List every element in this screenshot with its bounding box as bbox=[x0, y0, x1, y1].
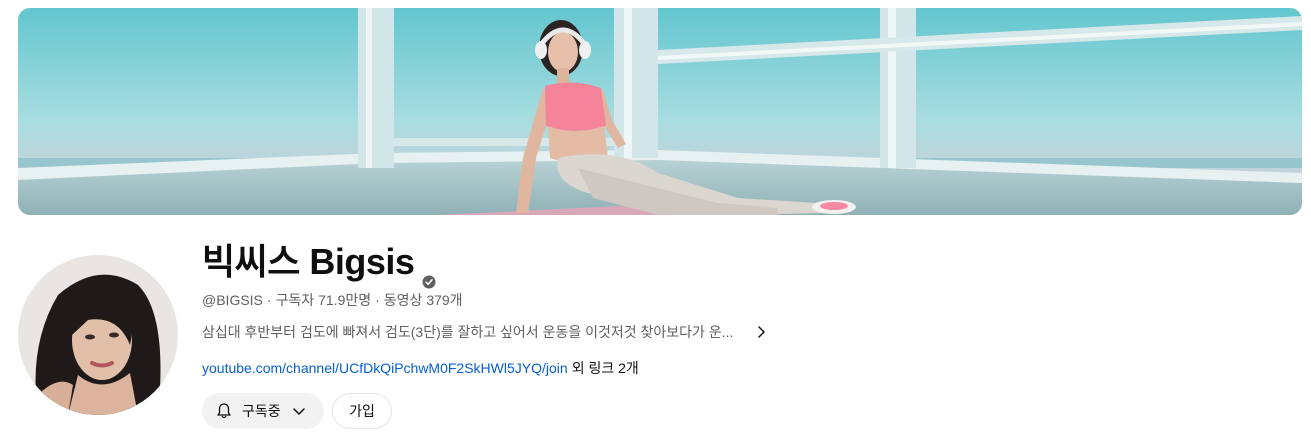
verified-check-icon bbox=[422, 255, 436, 289]
chevron-down-icon bbox=[289, 401, 309, 421]
channel-meta: @BIGSIS · 구독자 71.9만명 · 동영상 379개 bbox=[202, 290, 463, 310]
video-count: 동영상 379개 bbox=[383, 292, 463, 308]
meta-separator: · bbox=[375, 292, 380, 308]
channel-description[interactable]: 삼십대 후반부터 검도에 빠져서 검도(3단)를 잘하고 싶어서 운동을 이것저… bbox=[202, 322, 771, 342]
meta-separator: · bbox=[266, 292, 272, 308]
channel-handle: @BIGSIS bbox=[202, 292, 263, 308]
subscribed-button[interactable]: 구독중 bbox=[202, 393, 324, 429]
banner-image bbox=[18, 8, 1302, 215]
channel-avatar[interactable] bbox=[18, 255, 178, 415]
bell-icon bbox=[214, 401, 234, 421]
subscribed-label: 구독중 bbox=[242, 403, 281, 419]
more-links-text[interactable]: 외 링크 2개 bbox=[572, 360, 639, 376]
channel-name-text: 빅씨스 Bigsis bbox=[202, 241, 415, 282]
join-button[interactable]: 가입 bbox=[332, 393, 392, 429]
join-label: 가입 bbox=[349, 403, 375, 419]
channel-banner bbox=[18, 8, 1302, 215]
channel-join-link[interactable]: youtube.com/channel/UCfDkQiPchwM0F2SkHWl… bbox=[202, 360, 568, 376]
chevron-right-icon[interactable] bbox=[751, 322, 771, 342]
description-text: 삼십대 후반부터 검도에 빠져서 검도(3단)를 잘하고 싶어서 운동을 이것저… bbox=[202, 324, 734, 340]
channel-links: youtube.com/channel/UCfDkQiPchwM0F2SkHWl… bbox=[202, 358, 639, 378]
avatar-image bbox=[18, 255, 178, 415]
channel-actions: 구독중 가입 bbox=[202, 393, 392, 429]
channel-title: 빅씨스 Bigsis bbox=[202, 240, 436, 289]
subscriber-count: 구독자 71.9만명 bbox=[275, 292, 372, 308]
